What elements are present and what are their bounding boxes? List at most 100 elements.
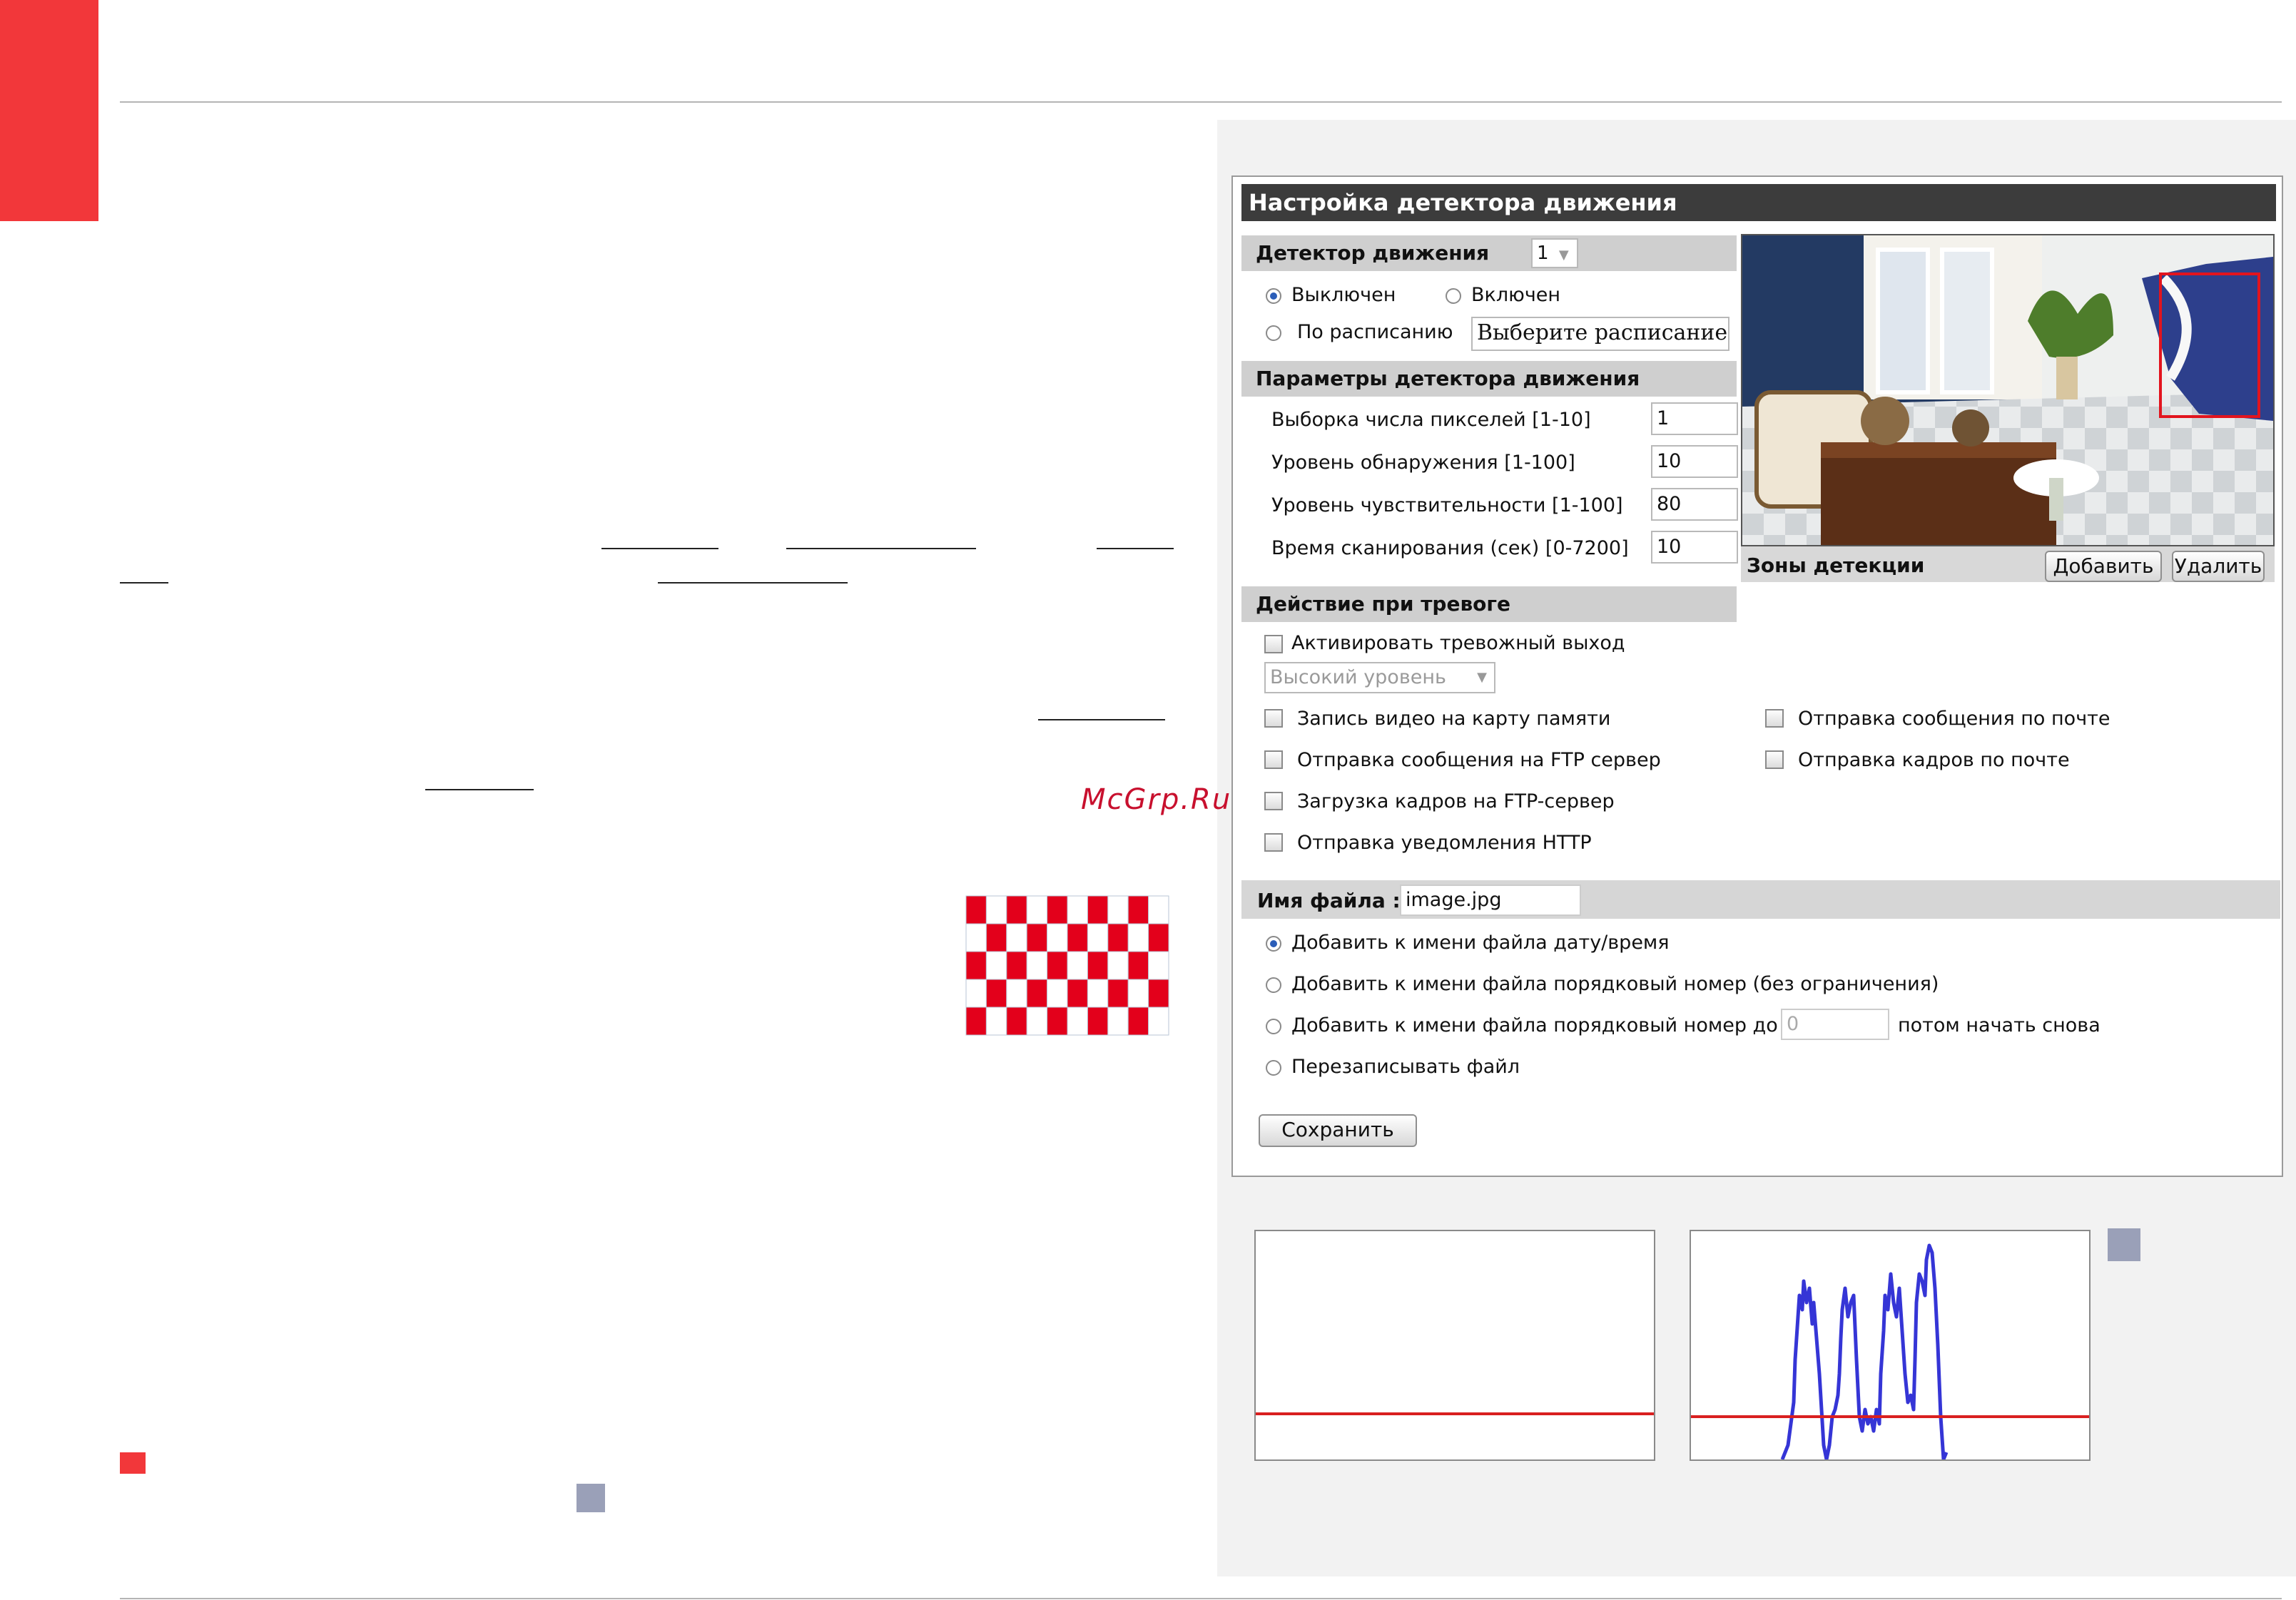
checker-cell: [1026, 951, 1048, 980]
checker-cell: [1148, 951, 1169, 980]
param-input-sensitivity[interactable]: 80: [1651, 488, 1738, 521]
checker-cell: [965, 895, 987, 924]
filename-counter-suffix: потом начать снова: [1898, 1014, 2101, 1036]
activate-output-label: Активировать тревожный выход: [1291, 632, 1625, 654]
underline-link-3: [1097, 548, 1174, 549]
param-input-scan-time[interactable]: 10: [1651, 531, 1738, 564]
email-message-label: Отправка сообщения по почте: [1798, 708, 2110, 730]
checker-cell: [1067, 1007, 1088, 1036]
params-section-header: Параметры детектора движения: [1241, 361, 1737, 397]
gray-note-marker: [576, 1484, 605, 1512]
underline-link-5: [658, 582, 848, 584]
param-input-pixels[interactable]: 1: [1651, 402, 1738, 435]
checker-cell: [1107, 951, 1129, 980]
checker-cell: [985, 979, 1007, 1008]
panel-title: Настройка детектора движения: [1241, 184, 2276, 221]
filename-input[interactable]: image.jpg: [1400, 885, 1581, 916]
graph-motion-plot: [1691, 1243, 2089, 1462]
checker-cell: [1026, 979, 1048, 1008]
filename-option-unlimited-label: Добавить к имени файла порядковый номер …: [1291, 973, 1939, 995]
filename-option-datetime-radio[interactable]: [1266, 936, 1281, 952]
underline-link-4: [120, 582, 168, 584]
checker-cell: [1127, 923, 1149, 952]
add-zone-button[interactable]: Добавить: [2045, 551, 2162, 582]
filename-option-limit-label: Добавить к имени файла порядковый номер …: [1291, 1014, 1778, 1036]
red-bullet-marker: [120, 1452, 146, 1474]
detector-section-header: Детектор движения: [1241, 235, 1737, 271]
top-divider: [120, 101, 2282, 103]
filename-option-overwrite-radio[interactable]: [1266, 1060, 1281, 1076]
save-button[interactable]: Сохранить: [1259, 1114, 1417, 1147]
filename-option-limit-radio[interactable]: [1266, 1019, 1281, 1034]
detector-number-select[interactable]: 1 ▼: [1531, 238, 1578, 268]
graph-motion: [1690, 1230, 2091, 1462]
alarm-level-select[interactable]: Высокий уровень ▼: [1264, 662, 1495, 693]
checker-cell: [985, 895, 1007, 924]
checker-cell: [1047, 923, 1068, 952]
checker-cell: [1107, 979, 1129, 1008]
checker-cell: [985, 923, 1007, 952]
checker-cell: [1127, 1007, 1149, 1036]
bottom-divider: [120, 1598, 2282, 1599]
checker-cell: [1107, 895, 1129, 924]
camera-preview-image[interactable]: [1741, 234, 2275, 546]
record-sd-checkbox[interactable]: [1264, 709, 1283, 728]
checker-cell: [965, 979, 987, 1008]
graph-no-motion-plot: [1256, 1412, 1654, 1415]
delete-zone-button[interactable]: Удалить: [2172, 551, 2265, 582]
red-corner-tab: [0, 0, 98, 221]
underline-link-1: [601, 548, 718, 549]
underline-link-6: [1038, 719, 1165, 720]
checker-cell: [1047, 895, 1068, 924]
detection-zone-rectangle[interactable]: [2159, 272, 2260, 418]
checker-cell: [1026, 1007, 1048, 1036]
zones-label: Зоны детекции: [1747, 554, 1925, 577]
filename-option-unlimited-radio[interactable]: [1266, 977, 1281, 993]
checker-cell: [1047, 951, 1068, 980]
ftp-message-label: Отправка сообщения на FTP сервер: [1297, 749, 1661, 771]
activate-output-checkbox[interactable]: [1264, 635, 1283, 653]
http-notify-checkbox[interactable]: [1264, 833, 1283, 852]
filename-option-datetime-label: Добавить к имени файла дату/время: [1291, 932, 1670, 954]
email-frames-checkbox[interactable]: [1765, 750, 1784, 769]
param-input-detection[interactable]: 10: [1651, 445, 1738, 478]
param-label-scan-time: Время сканирования (сек) [0-7200]: [1271, 537, 1629, 559]
param-label-pixels: Выборка числа пикселей [1-10]: [1271, 409, 1591, 431]
email-message-checkbox[interactable]: [1765, 709, 1784, 728]
checker-cell: [1067, 923, 1088, 952]
checker-cell: [1107, 1007, 1129, 1036]
watermark: McGrp.Ru: [1081, 783, 1232, 816]
alarm-level-value: Высокий уровень: [1270, 666, 1446, 688]
checker-cell: [1148, 979, 1169, 1008]
email-frames-label: Отправка кадров по почте: [1798, 749, 2070, 771]
record-sd-label: Запись видео на карту памяти: [1297, 708, 1611, 730]
motion-signal-line: [1780, 1243, 1949, 1462]
filename-counter-input[interactable]: 0: [1781, 1009, 1889, 1040]
checker-cell: [1087, 979, 1109, 1008]
checker-cell: [965, 1007, 987, 1036]
checker-cell: [1026, 895, 1048, 924]
detector-schedule-label: По расписанию: [1297, 321, 1453, 343]
checker-cell: [1107, 923, 1129, 952]
checker-cell: [985, 1007, 1007, 1036]
detector-on-radio[interactable]: [1446, 288, 1461, 304]
ftp-upload-checkbox[interactable]: [1264, 792, 1283, 810]
detector-schedule-radio[interactable]: [1266, 325, 1281, 341]
detector-off-radio[interactable]: [1266, 288, 1281, 304]
gray-note-marker-2: [2108, 1228, 2140, 1261]
checker-cell: [1067, 895, 1088, 924]
schedule-select[interactable]: Выберите расписание...: [1471, 317, 1729, 351]
checker-cell: [965, 951, 987, 980]
checker-cell: [1006, 923, 1027, 952]
detector-off-label: Выключен: [1291, 284, 1396, 306]
chevron-down-icon: ▼: [1477, 670, 1487, 685]
checker-cell: [1067, 951, 1088, 980]
checker-cell: [1087, 895, 1109, 924]
checker-cell: [1087, 923, 1109, 952]
filename-label: Имя файла :: [1257, 889, 1401, 912]
checker-cell: [1026, 923, 1048, 952]
checker-cell: [1087, 951, 1109, 980]
checker-cell: [1006, 1007, 1027, 1036]
checker-cell: [1148, 1007, 1169, 1036]
ftp-message-checkbox[interactable]: [1264, 750, 1283, 769]
